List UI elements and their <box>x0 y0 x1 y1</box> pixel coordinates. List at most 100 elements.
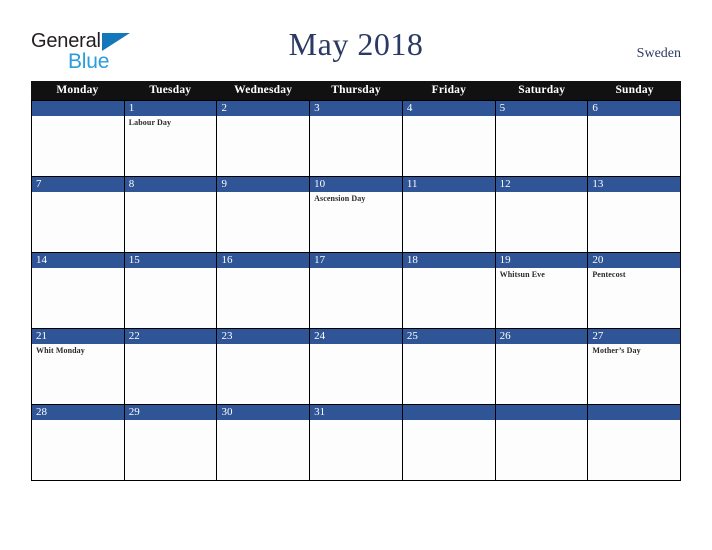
day-events <box>403 268 495 270</box>
holiday-label: Mother’s Day <box>592 346 641 355</box>
day-events <box>496 116 588 118</box>
day-number-band <box>495 405 588 420</box>
day-number-band <box>402 405 495 420</box>
day-number-band: 26 <box>495 329 588 344</box>
day-cell-14[interactable]: 14 <box>32 253 125 328</box>
holiday-label: Ascension Day <box>314 194 366 203</box>
day-number: 22 <box>128 330 140 342</box>
day-number-band: 13 <box>588 177 681 192</box>
day-cell-empty[interactable] <box>588 405 681 480</box>
day-number: 31 <box>314 406 326 418</box>
day-cell-8[interactable]: 8 <box>124 177 218 252</box>
weekday-header-sunday: Sunday <box>615 84 654 96</box>
day-number-band: 31 <box>310 405 402 420</box>
day-events <box>403 192 495 194</box>
day-cell-27[interactable]: 27 Mother’s Day <box>588 329 681 404</box>
day-cell-empty[interactable] <box>402 405 496 480</box>
day-number-band: 1 <box>124 101 217 116</box>
day-number-band: 3 <box>310 101 402 116</box>
day-events <box>32 192 124 194</box>
holiday-label: Pentecost <box>592 270 626 279</box>
day-events: Ascension Day <box>310 192 402 204</box>
day-number: 16 <box>221 254 233 266</box>
day-number: 10 <box>314 178 326 190</box>
day-cell-3[interactable]: 3 <box>310 101 403 176</box>
day-number: 13 <box>592 178 604 190</box>
day-events <box>403 420 495 422</box>
calendar-weeks: 1 Labour Day 2 3 4 5 6 7 8 9 10 Ascension Day 11 12 13… <box>31 100 681 481</box>
calendar-week-row: 14 15 16 17 18 19 Whitsun Eve 20 Pentecost <box>31 253 681 329</box>
day-cell-4[interactable]: 4 <box>402 101 496 176</box>
day-number-band: 12 <box>495 177 588 192</box>
day-events <box>217 344 309 346</box>
day-events <box>32 116 124 118</box>
day-cell-empty[interactable] <box>32 101 125 176</box>
calendar-week-row: 7 8 9 10 Ascension Day 11 12 13 <box>31 177 681 253</box>
day-cell-9[interactable]: 9 <box>217 177 311 252</box>
day-cell-28[interactable]: 28 <box>32 405 125 480</box>
day-events <box>403 116 495 118</box>
day-number-band: 22 <box>124 329 217 344</box>
day-events <box>496 420 588 422</box>
day-cell-5[interactable]: 5 <box>495 101 589 176</box>
day-cell-21[interactable]: 21 Whit Monday <box>32 329 125 404</box>
day-cell-22[interactable]: 22 <box>124 329 218 404</box>
day-events <box>496 192 588 194</box>
day-cell-6[interactable]: 6 <box>588 101 681 176</box>
day-cell-10[interactable]: 10 Ascension Day <box>310 177 403 252</box>
day-events <box>125 420 217 422</box>
day-cell-24[interactable]: 24 <box>310 329 403 404</box>
day-cell-16[interactable]: 16 <box>217 253 311 328</box>
day-cell-2[interactable]: 2 <box>217 101 311 176</box>
day-events <box>32 420 124 422</box>
day-number-band: 30 <box>217 405 310 420</box>
weekday-header-tuesday: Tuesday <box>149 84 192 96</box>
day-number-band: 16 <box>217 253 310 268</box>
day-number: 7 <box>36 178 42 190</box>
day-number: 17 <box>314 254 326 266</box>
day-cell-15[interactable]: 15 <box>124 253 218 328</box>
day-number-band: 23 <box>217 329 310 344</box>
day-events <box>125 192 217 194</box>
day-cell-12[interactable]: 12 <box>495 177 589 252</box>
day-number-band: 4 <box>402 101 495 116</box>
day-number: 1 <box>128 102 135 114</box>
day-events: Whitsun Eve <box>496 268 588 280</box>
day-number: 14 <box>36 254 47 266</box>
day-cell-empty[interactable] <box>495 405 589 480</box>
day-number-band: 25 <box>402 329 495 344</box>
day-cell-17[interactable]: 17 <box>310 253 403 328</box>
day-cell-30[interactable]: 30 <box>217 405 311 480</box>
day-number-band: 20 <box>588 253 681 268</box>
day-cell-13[interactable]: 13 <box>588 177 681 252</box>
day-cell-19[interactable]: 19 Whitsun Eve <box>495 253 589 328</box>
day-cell-31[interactable]: 31 <box>310 405 403 480</box>
day-cell-26[interactable]: 26 <box>495 329 589 404</box>
day-number-band <box>32 101 124 116</box>
day-cell-23[interactable]: 23 <box>217 329 311 404</box>
day-cell-25[interactable]: 25 <box>402 329 496 404</box>
day-cell-11[interactable]: 11 <box>402 177 496 252</box>
day-number: 15 <box>128 254 140 266</box>
page-header: General Blue May 2018 Sweden <box>0 0 712 78</box>
day-cell-20[interactable]: 20 Pentecost <box>588 253 681 328</box>
day-events: Pentecost <box>588 268 680 280</box>
day-number: 25 <box>406 330 418 342</box>
calendar-week-row: 21 Whit Monday 22 23 24 25 26 27 Mother’s Day <box>31 329 681 405</box>
day-cell-1[interactable]: 1 Labour Day <box>124 101 218 176</box>
day-cell-7[interactable]: 7 <box>32 177 125 252</box>
day-number-band: 5 <box>495 101 588 116</box>
holiday-label: Whit Monday <box>36 346 85 355</box>
day-events <box>588 192 680 194</box>
day-cell-18[interactable]: 18 <box>402 253 496 328</box>
day-number-band: 6 <box>588 101 681 116</box>
day-number: 3 <box>314 102 320 114</box>
day-number-band: 24 <box>310 329 402 344</box>
day-cell-29[interactable]: 29 <box>124 405 218 480</box>
weekday-header-row: Monday Tuesday Wednesday Thursday Friday Satu… <box>31 81 681 100</box>
day-number-band: 8 <box>124 177 217 192</box>
day-number-band: 18 <box>402 253 495 268</box>
day-number: 8 <box>128 178 135 190</box>
day-number-band: 29 <box>124 405 217 420</box>
day-events <box>496 344 588 346</box>
